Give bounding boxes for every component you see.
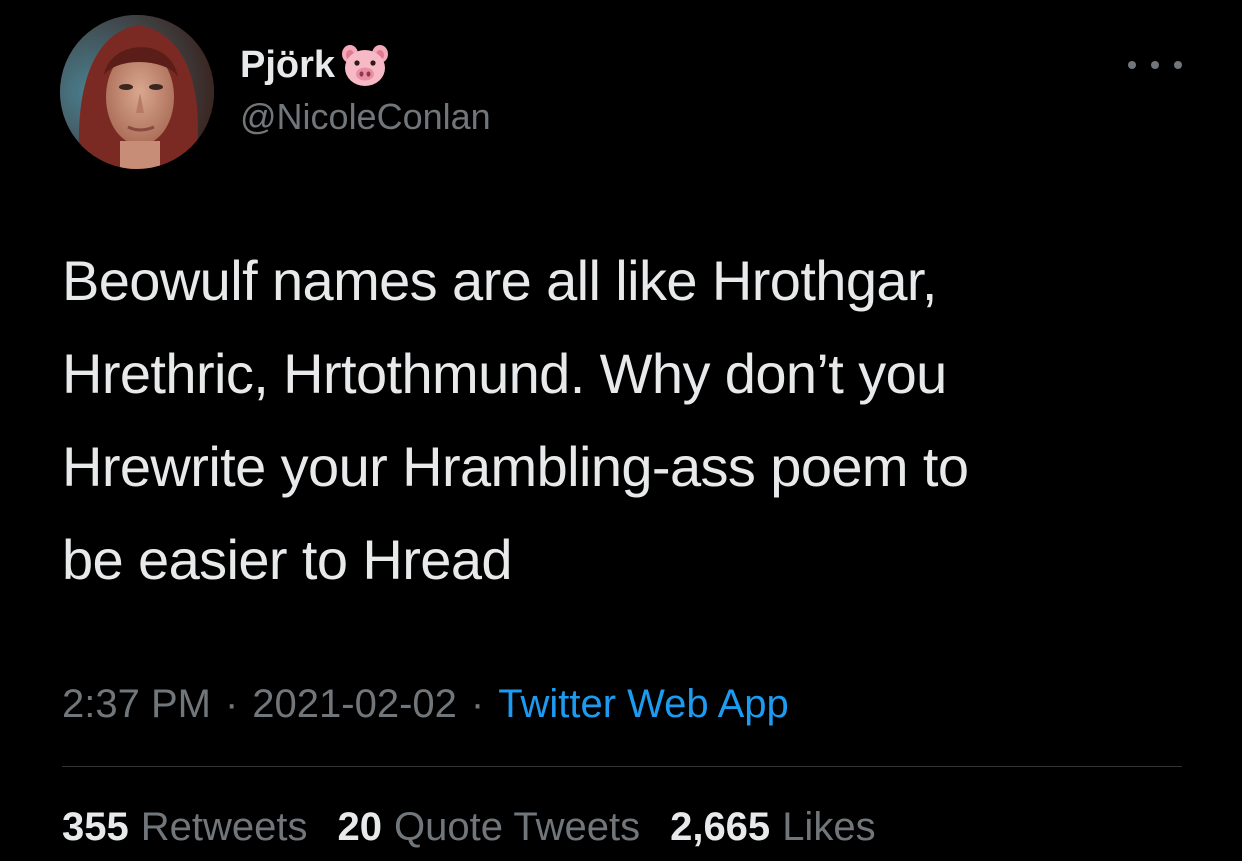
more-dot-icon	[1174, 61, 1182, 69]
tweet-date[interactable]: 2021-02-02	[252, 682, 457, 727]
tweet-meta: 2:37 PM · 2021-02-02 · Twitter Web App	[62, 676, 789, 732]
quote-tweets-label: Quote Tweets	[394, 804, 641, 849]
more-dot-icon	[1151, 61, 1159, 69]
tweet-text-line: Hrewrite your Hrambling-ass poem to	[62, 435, 969, 498]
display-name[interactable]: Pjörk	[240, 44, 335, 87]
meta-separator: ·	[224, 681, 239, 726]
tweet-stats: 355 Retweets 20 Quote Tweets 2,665 Likes	[62, 798, 906, 856]
user-handle[interactable]: @NicoleConlan	[240, 96, 491, 138]
profile-photo-icon	[60, 15, 214, 169]
tweet-detail: Pjörk @NicoleConlan Beowulf names are al…	[0, 0, 1242, 861]
avatar[interactable]	[60, 15, 214, 169]
divider	[62, 766, 1182, 767]
likes-stat[interactable]: 2,665 Likes	[670, 805, 876, 850]
more-options-button[interactable]	[1128, 50, 1182, 80]
quote-tweets-count: 20	[337, 804, 383, 849]
quote-tweets-stat[interactable]: 20 Quote Tweets	[338, 805, 641, 850]
retweets-count: 355	[62, 804, 129, 849]
tweet-text-line: be easier to Hread	[62, 528, 513, 591]
likes-label: Likes	[782, 804, 876, 849]
more-dot-icon	[1128, 61, 1136, 69]
tweet-text: Beowulf names are all like Hrothgar, Hre…	[62, 234, 1182, 606]
meta-separator: ·	[470, 681, 485, 726]
pig-face-icon	[342, 45, 389, 86]
tweet-text-line: Beowulf names are all like Hrothgar,	[62, 249, 937, 312]
tweet-time[interactable]: 2:37 PM	[62, 682, 211, 727]
tweet-text-line: Hrethric, Hrtothmund. Why don’t you	[62, 342, 947, 405]
likes-count: 2,665	[670, 804, 771, 849]
retweets-stat[interactable]: 355 Retweets	[62, 805, 308, 850]
retweets-label: Retweets	[140, 804, 308, 849]
display-name-row: Pjörk	[240, 40, 391, 90]
tweet-source-link[interactable]: Twitter Web App	[498, 682, 789, 727]
